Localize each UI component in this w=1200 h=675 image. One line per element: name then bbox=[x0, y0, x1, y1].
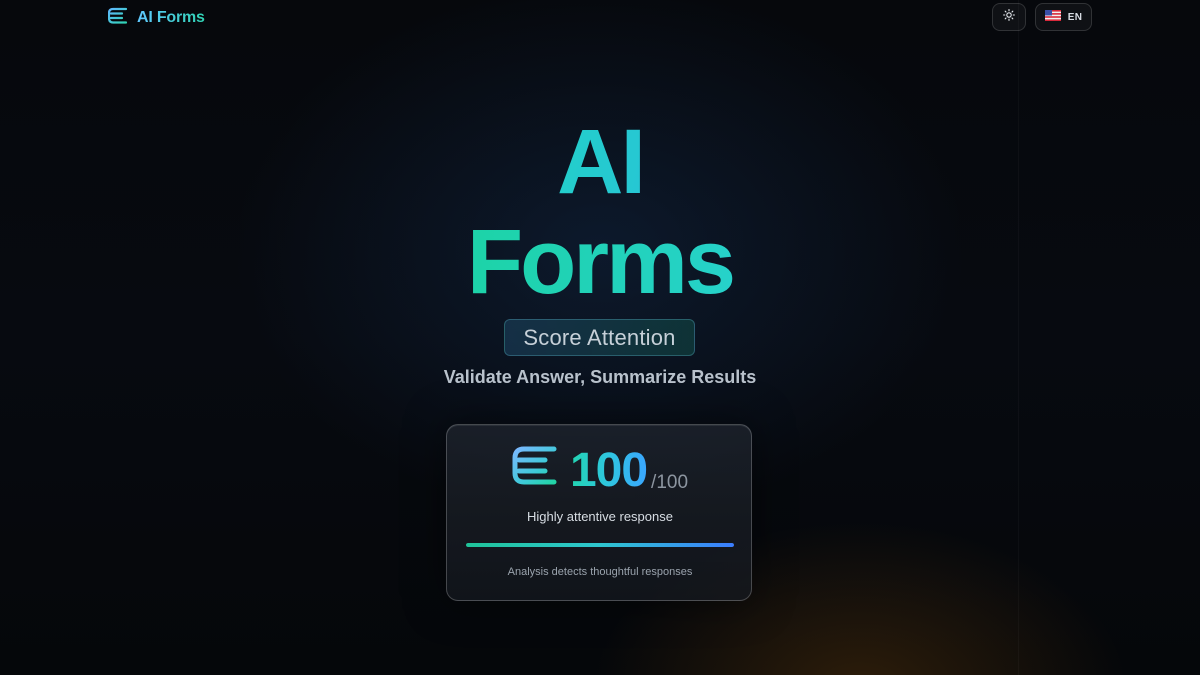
score-progress-fill bbox=[466, 543, 734, 547]
us-flag-icon bbox=[1044, 8, 1061, 26]
score-progress-bar bbox=[466, 543, 734, 547]
stacked-lines-icon bbox=[107, 7, 128, 30]
stacked-lines-icon bbox=[512, 445, 558, 492]
theme-toggle-button[interactable] bbox=[992, 3, 1026, 31]
score-max: /100 bbox=[651, 472, 689, 493]
language-label: EN bbox=[1067, 11, 1083, 23]
score-value: 100 bbox=[569, 444, 648, 497]
score-description: Highly attentive response bbox=[527, 509, 673, 524]
brand-link[interactable]: AI Forms bbox=[107, 7, 205, 30]
language-selector[interactable]: EN bbox=[1035, 3, 1092, 31]
score-card: 100 /100 Highly attentive response Analy… bbox=[446, 424, 752, 601]
background-line bbox=[1018, 0, 1019, 675]
sun-icon bbox=[1003, 8, 1015, 26]
hero-title-line-1: AI bbox=[0, 112, 1200, 212]
hero-title-line-2: Forms bbox=[0, 212, 1200, 312]
feature-pill: Score Attention bbox=[504, 319, 695, 356]
brand-name: AI Forms bbox=[137, 9, 205, 26]
score-row: 100 /100 bbox=[447, 445, 753, 496]
hero-title: AI Forms bbox=[0, 112, 1200, 312]
score-note: Analysis detects thoughtful responses bbox=[507, 566, 693, 578]
landing-page: AI Forms EN AI Forms Score Attention Val… bbox=[0, 0, 1200, 675]
hero-subtitle: Validate Answer, Summarize Results bbox=[443, 367, 757, 387]
top-bar: AI Forms EN bbox=[0, 0, 1200, 34]
